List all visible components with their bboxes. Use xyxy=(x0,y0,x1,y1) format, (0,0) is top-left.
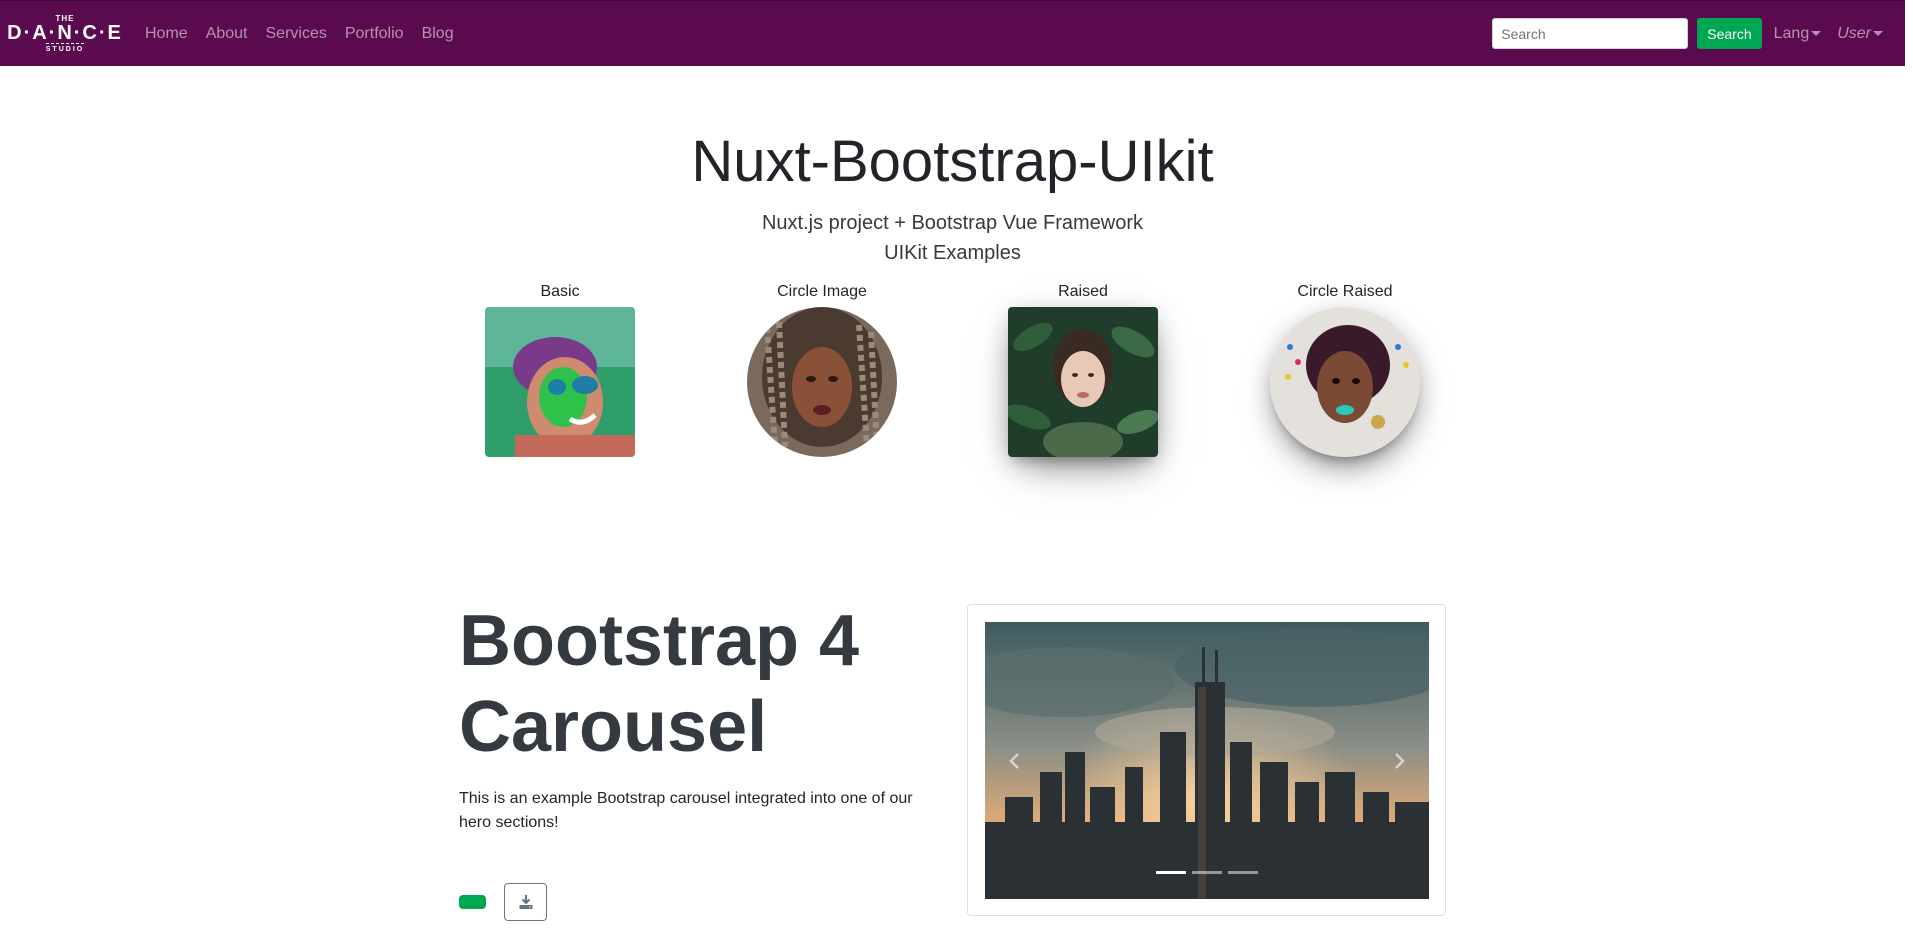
portrait-holi-man-photo xyxy=(485,307,635,457)
image-label: Raised xyxy=(1058,283,1108,300)
carousel-indicator[interactable] xyxy=(1192,871,1222,874)
image-example-basic: Basic xyxy=(485,283,635,457)
search-button[interactable]: Search xyxy=(1697,18,1762,49)
carousel-indicators xyxy=(985,871,1429,874)
nav-link-portfolio[interactable]: Portfolio xyxy=(336,17,413,51)
page-subtitle: Nuxt.js project + Bootstrap Vue Framewor… xyxy=(0,208,1905,268)
chevron-right-icon xyxy=(1395,752,1405,769)
city-skyline-sunset-photo xyxy=(985,622,1429,899)
image-label: Circle Raised xyxy=(1297,283,1393,300)
image-example-circle: Circle Image xyxy=(747,283,897,457)
chevron-down-icon xyxy=(1811,31,1822,36)
user-dropdown-label: User xyxy=(1837,24,1871,42)
brand-main-text: D·A·N·C·E xyxy=(7,21,123,44)
primary-action-button[interactable] xyxy=(459,895,486,909)
scrollbar-thumb[interactable] xyxy=(1905,0,1913,78)
download-button[interactable] xyxy=(504,883,547,921)
page-title: Nuxt-Bootstrap-UIkit xyxy=(691,129,1214,194)
portrait-braids-woman-photo xyxy=(747,307,897,457)
subtitle-line-1: Nuxt.js project + Bootstrap Vue Framewor… xyxy=(761,212,1144,234)
search-input[interactable] xyxy=(1492,18,1689,49)
image-label: Basic xyxy=(540,283,580,300)
image-example-circle-raised: Circle Raised xyxy=(1270,283,1420,457)
carousel-card xyxy=(967,604,1446,916)
nav-links: Home About Services Portfolio Blog xyxy=(136,17,463,51)
download-icon xyxy=(519,895,532,909)
scrollbar[interactable] xyxy=(1905,0,1913,930)
nav-link-blog[interactable]: Blog xyxy=(413,17,463,51)
subtitle-line-2: UIKit Examples xyxy=(884,242,1021,264)
carousel-prev-control[interactable] xyxy=(985,622,1045,899)
carousel-indicator[interactable] xyxy=(1228,871,1258,874)
chevron-down-icon xyxy=(1873,31,1883,36)
carousel-indicator[interactable] xyxy=(1156,871,1186,874)
lang-dropdown[interactable]: Lang xyxy=(1766,17,1830,51)
user-dropdown[interactable]: User xyxy=(1829,17,1891,51)
lang-dropdown-label: Lang xyxy=(1773,24,1810,42)
nav-link-services[interactable]: Services xyxy=(257,17,336,51)
brand-logo[interactable]: THE D·A·N·C·E STUDIO xyxy=(7,11,121,57)
navbar: THE D·A·N·C·E STUDIO Home About Services… xyxy=(0,0,1905,66)
nav-link-about[interactable]: About xyxy=(197,17,257,51)
nav-right: Search Lang User xyxy=(1492,17,1891,51)
carousel-section-description: This is an example Bootstrap carousel in… xyxy=(459,790,913,831)
image-label: Circle Image xyxy=(777,283,867,300)
portrait-short-hair-woman-photo xyxy=(1270,307,1420,457)
carousel[interactable] xyxy=(985,622,1429,899)
carousel-next-control[interactable] xyxy=(1369,622,1429,899)
carousel-section-title: Bootstrap 4 Carousel xyxy=(459,601,860,767)
page: THE D·A·N·C·E STUDIO Home About Services… xyxy=(0,0,1913,930)
image-example-raised: Raised xyxy=(1008,283,1158,457)
nav-link-home[interactable]: Home xyxy=(136,17,197,51)
brand-bottom-text: STUDIO xyxy=(45,42,85,54)
portrait-leaves-woman-photo xyxy=(1008,307,1158,457)
chevron-left-icon xyxy=(1009,752,1019,769)
